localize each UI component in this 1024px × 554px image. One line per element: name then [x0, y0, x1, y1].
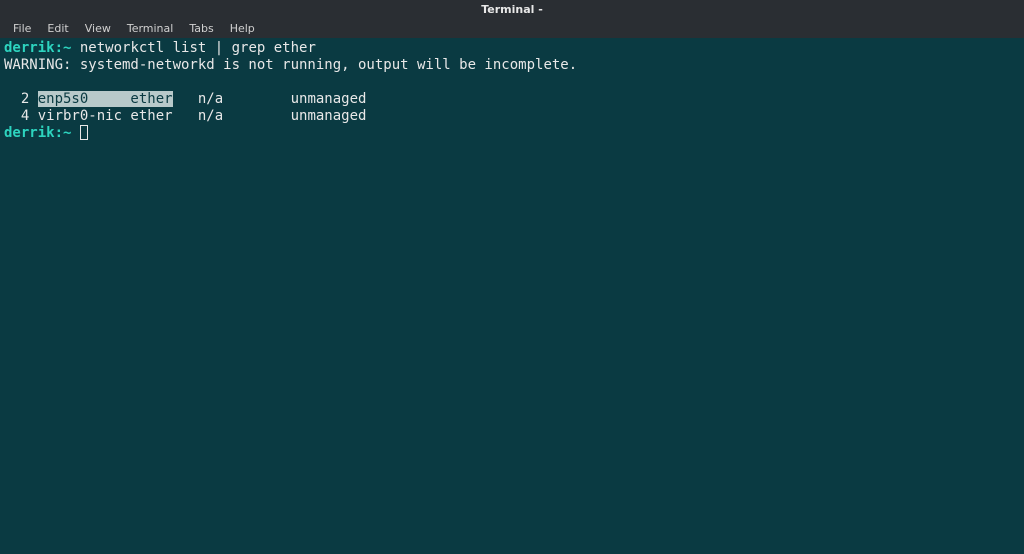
- prompt: derrik:~: [4, 40, 71, 56]
- menubar: File Edit View Terminal Tabs Help: [0, 19, 1024, 38]
- menu-tabs[interactable]: Tabs: [182, 20, 220, 37]
- warning-line: WARNING: systemd-networkd is not running…: [4, 57, 1020, 74]
- cursor: [80, 125, 88, 140]
- menu-view[interactable]: View: [78, 20, 118, 37]
- row-index: 4: [4, 108, 38, 124]
- row-text: virbr0-nic ether n/a unmanaged: [38, 108, 367, 124]
- window-title: Terminal -: [481, 3, 543, 16]
- terminal-area[interactable]: derrik:~ networkctl list | grep etherWAR…: [0, 38, 1024, 144]
- menu-terminal[interactable]: Terminal: [120, 20, 181, 37]
- menu-edit[interactable]: Edit: [40, 20, 75, 37]
- titlebar: Terminal -: [0, 0, 1024, 19]
- menu-file[interactable]: File: [6, 20, 38, 37]
- blank-line: [4, 74, 1020, 91]
- highlighted-selection: enp5s0 ether: [38, 91, 173, 107]
- prompt: derrik:~: [4, 125, 71, 141]
- row-rest: n/a unmanaged: [173, 91, 367, 107]
- row-index: 2: [4, 91, 38, 107]
- menu-help[interactable]: Help: [223, 20, 262, 37]
- command-text: [71, 40, 79, 56]
- command-text: networkctl list | grep ether: [80, 40, 316, 56]
